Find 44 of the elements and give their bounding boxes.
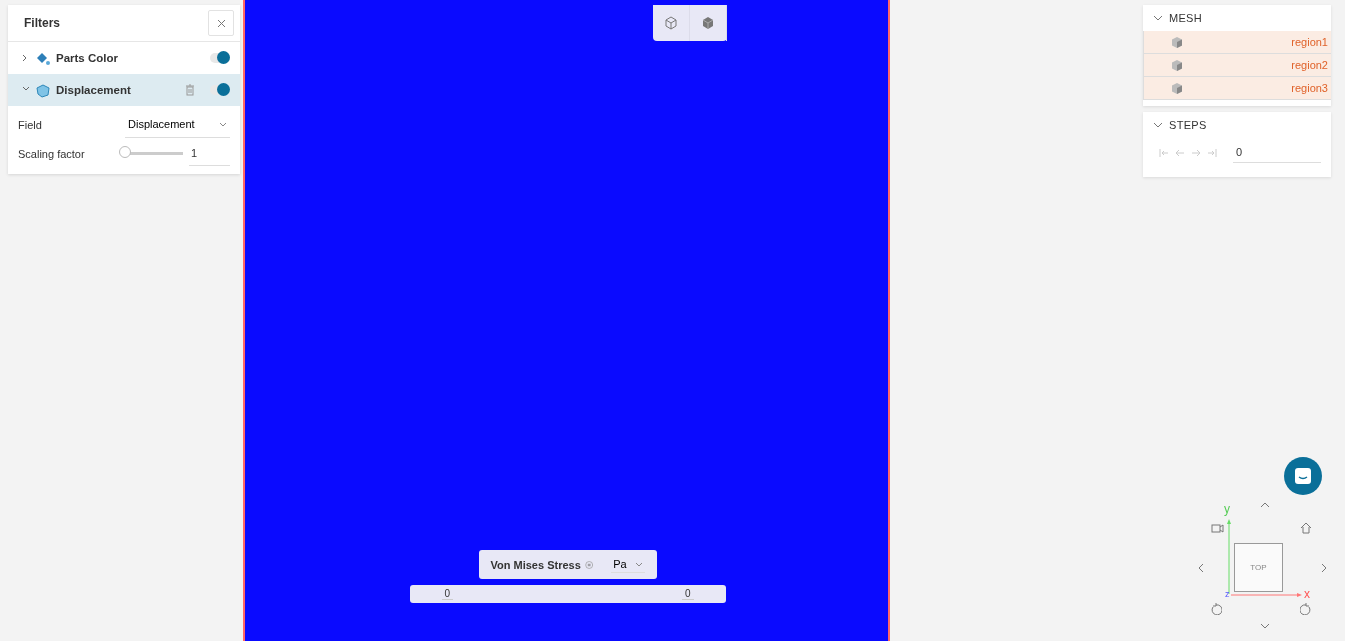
toggle-switch[interactable] <box>210 53 230 63</box>
toggle-switch[interactable] <box>210 85 230 95</box>
slider-thumb[interactable] <box>119 146 131 158</box>
rotate-right-icon[interactable] <box>1300 603 1312 615</box>
legend-max-value[interactable]: 0 <box>681 588 694 600</box>
legend-title: Von Mises Stress <box>490 558 581 571</box>
view-cube-face[interactable]: TOP <box>1234 543 1283 592</box>
paint-bucket-icon <box>35 50 51 66</box>
close-icon <box>216 18 226 28</box>
filter-row[interactable]: Parts Color <box>8 42 240 74</box>
chevron-down-icon <box>1153 121 1163 129</box>
cube-icon <box>1171 81 1183 95</box>
solid-cube-icon <box>702 16 714 30</box>
chevron-down-icon <box>634 561 643 567</box>
filter-label: Parts Color <box>56 52 118 64</box>
mesh-header[interactable]: MESH <box>1143 5 1331 31</box>
setting-label: Field <box>18 118 43 131</box>
shape-icon <box>35 82 51 98</box>
chevron-down-icon <box>1153 14 1163 22</box>
axis-label: y <box>1224 503 1230 515</box>
trash-icon[interactable] <box>185 84 195 96</box>
number-field[interactable]: 1 <box>189 141 230 166</box>
unit-select[interactable]: Pa <box>611 556 645 573</box>
camera-icon[interactable] <box>1211 523 1224 534</box>
setting-label: Scaling factor <box>18 147 86 160</box>
chat-button[interactable] <box>1284 457 1322 495</box>
axis-label: x <box>1304 588 1310 600</box>
filter-label: Displacement <box>56 84 131 96</box>
home-icon[interactable] <box>1300 522 1312 534</box>
cube-icon <box>1171 58 1183 72</box>
chevron-down-icon <box>219 121 227 127</box>
panel-title: Filters <box>24 16 60 30</box>
equals-icon[interactable] <box>584 558 594 571</box>
x-axis-arrow <box>1231 593 1303 598</box>
rotate-left-icon[interactable] <box>1210 603 1222 615</box>
filter-row[interactable]: Displacement <box>8 74 240 106</box>
cube-icon <box>1171 35 1183 49</box>
axis-label: z <box>1225 590 1230 599</box>
step-field[interactable]: 0 <box>1233 142 1321 163</box>
field-select[interactable]: Displacement <box>125 111 230 138</box>
steps-header[interactable]: STEPS <box>1143 112 1331 138</box>
wireframe-cube-icon <box>665 16 677 30</box>
chat-icon <box>1294 467 1312 485</box>
legend-min-value[interactable]: 0 <box>441 588 454 600</box>
